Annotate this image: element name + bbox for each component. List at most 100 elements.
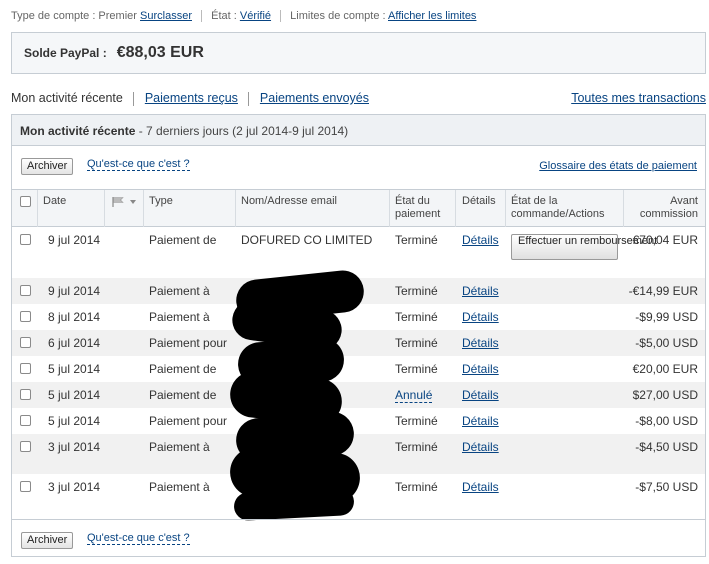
row-type: Paiement de (149, 362, 217, 376)
row-details-link[interactable]: Détails (462, 233, 499, 247)
panel-title: Mon activité récente (20, 124, 136, 138)
row-checkbox[interactable] (20, 415, 31, 426)
column-divider (104, 190, 105, 227)
account-info-bar: Type de compte : Premier Surclasser État… (11, 10, 476, 23)
account-type: Type de compte : Premier (11, 10, 137, 22)
row-type: Paiement pour (149, 414, 228, 428)
table-row: 5 jul 2014 Paiement de Terminé Détails €… (12, 356, 705, 382)
table-row: 3 jul 2014 Paiement à Terminé Détails -$… (12, 434, 705, 474)
col-name[interactable]: Nom/Adresse email (241, 195, 337, 208)
row-amount: -$8,00 USD (635, 414, 698, 428)
balance-value: €88,03 EUR (116, 44, 204, 61)
row-date: 5 jul 2014 (48, 414, 101, 428)
bottom-toolbar: Archiver Qu'est-ce que c'est ? (12, 519, 705, 549)
column-divider (505, 190, 506, 227)
table-row: 6 jul 2014 Paiement pour Terminé Détails… (12, 330, 705, 356)
row-date: 8 jul 2014 (48, 310, 101, 324)
table-row: 5 jul 2014 Paiement pour Terminé Détails… (12, 408, 705, 434)
row-status: Terminé (395, 362, 438, 376)
row-checkbox[interactable] (20, 389, 31, 400)
column-divider (623, 190, 624, 227)
row-details-link[interactable]: Détails (462, 388, 499, 402)
panel-date-range: - 7 derniers jours (2 jul 2014-9 jul 201… (138, 124, 349, 138)
row-amount: -€14,99 EUR (628, 284, 698, 298)
balance-label: Solde PayPal : (24, 46, 107, 60)
row-type: Paiement de (149, 388, 217, 402)
row-details-link[interactable]: Détails (462, 362, 499, 376)
archive-button[interactable]: Archiver (21, 158, 74, 175)
all-transactions-link[interactable]: Toutes mes transactions (571, 91, 706, 105)
tab-payments-sent[interactable]: Paiements envoyés (260, 91, 369, 105)
row-checkbox[interactable] (20, 481, 31, 492)
row-checkbox[interactable] (20, 441, 31, 452)
col-type[interactable]: Type (149, 195, 173, 208)
divider (248, 91, 250, 106)
row-amount: -$9,99 USD (635, 310, 698, 324)
row-details-link[interactable]: Détails (462, 310, 499, 324)
row-status: Terminé (395, 480, 438, 494)
table-row: 9 jul 2014 Paiement de DOFURED CO LIMITE… (12, 227, 705, 278)
column-divider (37, 190, 38, 227)
show-limits-link[interactable]: Afficher les limites (388, 10, 476, 22)
divider (133, 91, 135, 106)
row-amount: $27,00 USD (632, 388, 698, 402)
table-header: Date Type Nom/Adresse email État du paie… (12, 189, 705, 227)
row-amount: -$4,50 USD (635, 440, 698, 454)
activity-tabs: Mon activité récente Paiements reçus Pai… (11, 91, 706, 107)
row-checkbox[interactable] (20, 234, 31, 245)
row-amount: €70,04 EUR (632, 233, 698, 247)
tab-payments-received[interactable]: Paiements reçus (145, 91, 238, 105)
row-date: 5 jul 2014 (48, 388, 101, 402)
row-status: Terminé (395, 233, 438, 247)
top-toolbar: Archiver Qu'est-ce que c'est ? Glossaire… (12, 155, 705, 179)
refund-button[interactable]: Effectuer un remboursement (511, 234, 657, 260)
row-date: 9 jul 2014 (48, 284, 101, 298)
upgrade-link[interactable]: Surclasser (140, 10, 192, 22)
row-status-cancelled-link[interactable]: Annulé (395, 388, 433, 403)
status-glossary-link[interactable]: Glossaire des états de paiement (539, 160, 697, 172)
whats-this-link[interactable]: Qu'est-ce que c'est ? (87, 158, 190, 171)
row-type: Paiement à (149, 480, 210, 494)
row-checkbox[interactable] (20, 337, 31, 348)
col-details: Détails (462, 195, 496, 207)
archive-button-bottom[interactable]: Archiver (21, 532, 74, 549)
verified-link[interactable]: Vérifié (240, 10, 271, 22)
chevron-down-icon (130, 200, 136, 205)
row-details-link[interactable]: Détails (462, 414, 499, 428)
row-type: Paiement à (149, 310, 210, 324)
row-checkbox[interactable] (20, 363, 31, 374)
col-status[interactable]: État du paiement (395, 195, 455, 221)
table-row: 8 jul 2014 Paiement à Terminé Détails -$… (12, 304, 705, 330)
row-type: Paiement de (149, 233, 217, 247)
row-amount: -$5,00 USD (635, 336, 698, 350)
row-type: Paiement à (149, 284, 210, 298)
row-date: 3 jul 2014 (48, 480, 101, 494)
tab-recent-activity[interactable]: Mon activité récente (11, 91, 123, 105)
row-date: 6 jul 2014 (48, 336, 101, 350)
row-checkbox[interactable] (20, 285, 31, 296)
recent-activity-panel: Mon activité récente - 7 derniers jours … (11, 114, 706, 557)
row-date: 3 jul 2014 (48, 440, 101, 454)
divider (201, 10, 203, 23)
account-limits-label: Limites de compte : (290, 10, 386, 22)
whats-this-link-bottom[interactable]: Qu'est-ce que c'est ? (87, 532, 190, 545)
row-details-link[interactable]: Détails (462, 284, 499, 298)
table-row: 5 jul 2014 Paiement de Annulé Détails $2… (12, 382, 705, 408)
divider (280, 10, 282, 23)
row-amount: -$7,50 USD (635, 480, 698, 494)
row-details-link[interactable]: Détails (462, 440, 499, 454)
column-divider (455, 190, 456, 227)
col-amount[interactable]: Avant commission (628, 195, 698, 221)
select-all-checkbox[interactable] (20, 196, 31, 207)
flag-icon (112, 197, 124, 208)
row-type: Paiement à (149, 440, 210, 454)
row-date: 5 jul 2014 (48, 362, 101, 376)
col-date[interactable]: Date (43, 195, 66, 208)
row-details-link[interactable]: Détails (462, 480, 499, 494)
row-details-link[interactable]: Détails (462, 336, 499, 350)
flag-filter[interactable] (111, 196, 136, 209)
row-date: 9 jul 2014 (48, 233, 101, 247)
column-divider (143, 190, 144, 227)
row-checkbox[interactable] (20, 311, 31, 322)
transactions-table: Date Type Nom/Adresse email État du paie… (12, 189, 705, 514)
